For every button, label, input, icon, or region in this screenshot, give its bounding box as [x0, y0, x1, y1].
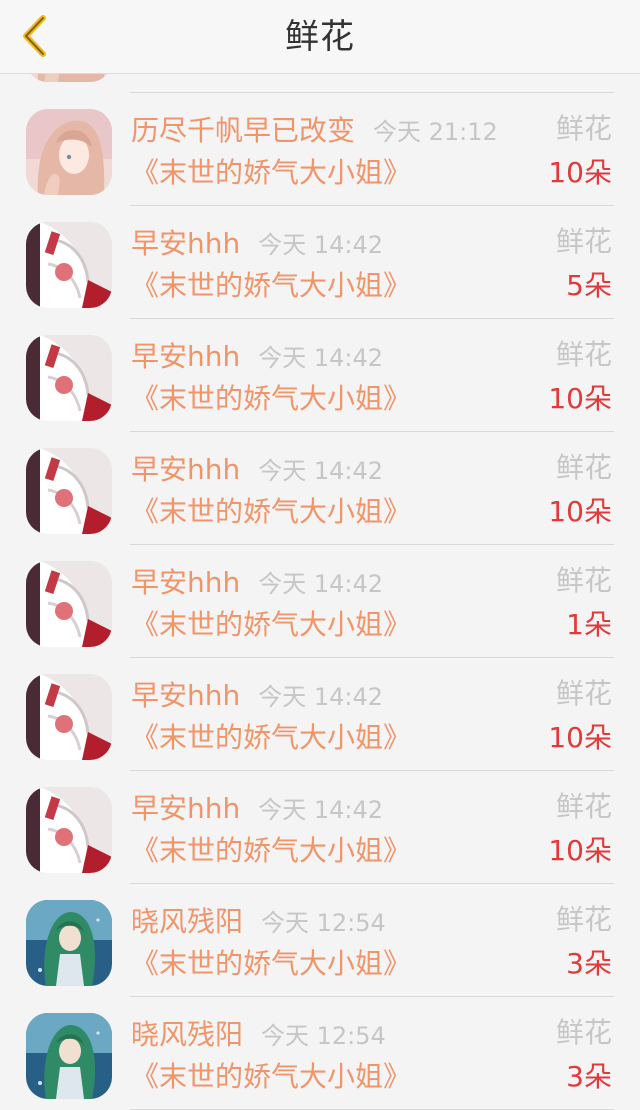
sender-line: 早安hhh 今天 14:42: [131, 335, 383, 375]
gift-type: 鲜花: [555, 451, 612, 484]
gift-type: 鲜花: [555, 677, 612, 710]
list-item[interactable]: 晓风残阳 今天 12:54 《末世的娇气大小姐》 鲜花 3朵: [0, 884, 640, 997]
gift-count: 10朵: [548, 156, 612, 189]
list-item[interactable]: 历尽千帆早已改变 今天 21:12 《末世的娇气大小姐》 鲜花 10朵: [0, 93, 640, 206]
avatar[interactable]: [26, 222, 112, 308]
avatar[interactable]: [26, 787, 112, 873]
gift-count: 3朵: [566, 947, 612, 980]
list-item[interactable]: 早安hhh 今天 14:42 《末世的娇气大小姐》 鲜花 10朵: [0, 432, 640, 545]
gift-type: 鲜花: [555, 225, 612, 258]
sender-name[interactable]: 早安hhh: [131, 787, 240, 827]
timestamp: 今天 12:54: [261, 1021, 386, 1050]
sender-name[interactable]: 早安hhh: [131, 335, 240, 375]
gift-type: 鲜花: [555, 564, 612, 597]
list-item[interactable]: 早安hhh 今天 14:42 《末世的娇气大小姐》 鲜花 1朵: [0, 545, 640, 658]
timestamp: 今天 14:42: [258, 343, 384, 372]
list-item[interactable]: 早安hhh 今天 14:42 《末世的娇气大小姐》 鲜花 10朵: [0, 319, 640, 432]
book-title[interactable]: 《末世的娇气大小姐》: [131, 718, 411, 758]
page-title: 鲜花: [285, 17, 355, 57]
sender-name[interactable]: 早安hhh: [131, 561, 240, 601]
sender-line: 早安hhh 今天 14:42: [131, 448, 383, 488]
sender-name[interactable]: 早安hhh: [131, 222, 240, 262]
timestamp: 今天 14:42: [258, 230, 384, 259]
avatar[interactable]: [26, 674, 112, 760]
avatar[interactable]: [26, 561, 112, 647]
timestamp: 今天 14:42: [258, 569, 384, 598]
sender-line: 历尽千帆早已改变今天 21:12: [131, 109, 498, 149]
gift-count: 10朵: [548, 721, 612, 754]
gift-type: 鲜花: [555, 338, 612, 371]
avatar[interactable]: [26, 109, 112, 195]
gift-count: 10朵: [548, 495, 612, 528]
gift-type: 鲜花: [555, 1016, 612, 1049]
gift-type: 鲜花: [555, 903, 612, 936]
sender-name[interactable]: 早安hhh: [131, 674, 240, 714]
gift-count: 5朵: [566, 269, 612, 302]
gift-count: 1朵: [566, 608, 612, 641]
book-title[interactable]: 《末世的娇气大小姐》: [131, 831, 411, 871]
sender-name[interactable]: 晓风残阳: [131, 900, 243, 940]
book-title[interactable]: 《末世的娇气大小姐》: [131, 379, 411, 419]
list-item[interactable]: 早安hhh 今天 14:42 《末世的娇气大小姐》 鲜花 10朵: [0, 771, 640, 884]
sender-name[interactable]: 早安hhh: [131, 448, 240, 488]
sender-line: 早安hhh 今天 14:42: [131, 674, 383, 714]
avatar[interactable]: [26, 448, 112, 534]
gift-count: 3朵: [566, 1060, 612, 1093]
flower-record-list: 历尽千帆早已改变今天 21:12《末世的娇气大小姐》鲜花1朵 历尽千帆早已改变今…: [0, 0, 640, 1110]
book-title[interactable]: 《末世的娇气大小姐》: [131, 1057, 411, 1097]
list-item[interactable]: 早安hhh 今天 14:42 《末世的娇气大小姐》 鲜花 10朵: [0, 658, 640, 771]
gift-type: 鲜花: [555, 112, 612, 145]
avatar[interactable]: [26, 335, 112, 421]
book-title[interactable]: 《末世的娇气大小姐》: [131, 492, 411, 532]
gift-count: 10朵: [548, 382, 612, 415]
sender-line: 晓风残阳 今天 12:54: [131, 900, 386, 940]
timestamp: 今天 14:42: [258, 682, 384, 711]
sender-name[interactable]: 晓风残阳: [131, 1013, 243, 1053]
book-title[interactable]: 《末世的娇气大小姐》: [131, 605, 411, 645]
sender-name[interactable]: 历尽千帆早已改变: [131, 109, 355, 149]
gift-count: 10朵: [548, 834, 612, 867]
list-item[interactable]: 早安hhh 今天 14:42 《末世的娇气大小姐》 鲜花 5朵: [0, 206, 640, 319]
timestamp: 今天 14:42: [258, 795, 384, 824]
timestamp: 今天 21:12: [373, 117, 498, 146]
sender-line: 早安hhh 今天 14:42: [131, 222, 383, 262]
nav-bar: 鲜花: [0, 0, 640, 74]
book-title[interactable]: 《末世的娇气大小姐》: [131, 153, 411, 193]
avatar[interactable]: [26, 900, 112, 986]
gift-type: 鲜花: [555, 790, 612, 823]
timestamp: 今天 14:42: [258, 456, 384, 485]
sender-line: 早安hhh 今天 14:42: [131, 787, 383, 827]
list-item[interactable]: 晓风残阳 今天 12:54 《末世的娇气大小姐》 鲜花 3朵: [0, 997, 640, 1110]
sender-line: 早安hhh 今天 14:42: [131, 561, 383, 601]
avatar[interactable]: [26, 1013, 112, 1099]
sender-line: 晓风残阳 今天 12:54: [131, 1013, 386, 1053]
book-title[interactable]: 《末世的娇气大小姐》: [131, 944, 411, 984]
book-title[interactable]: 《末世的娇气大小姐》: [131, 266, 411, 306]
timestamp: 今天 12:54: [261, 908, 386, 937]
